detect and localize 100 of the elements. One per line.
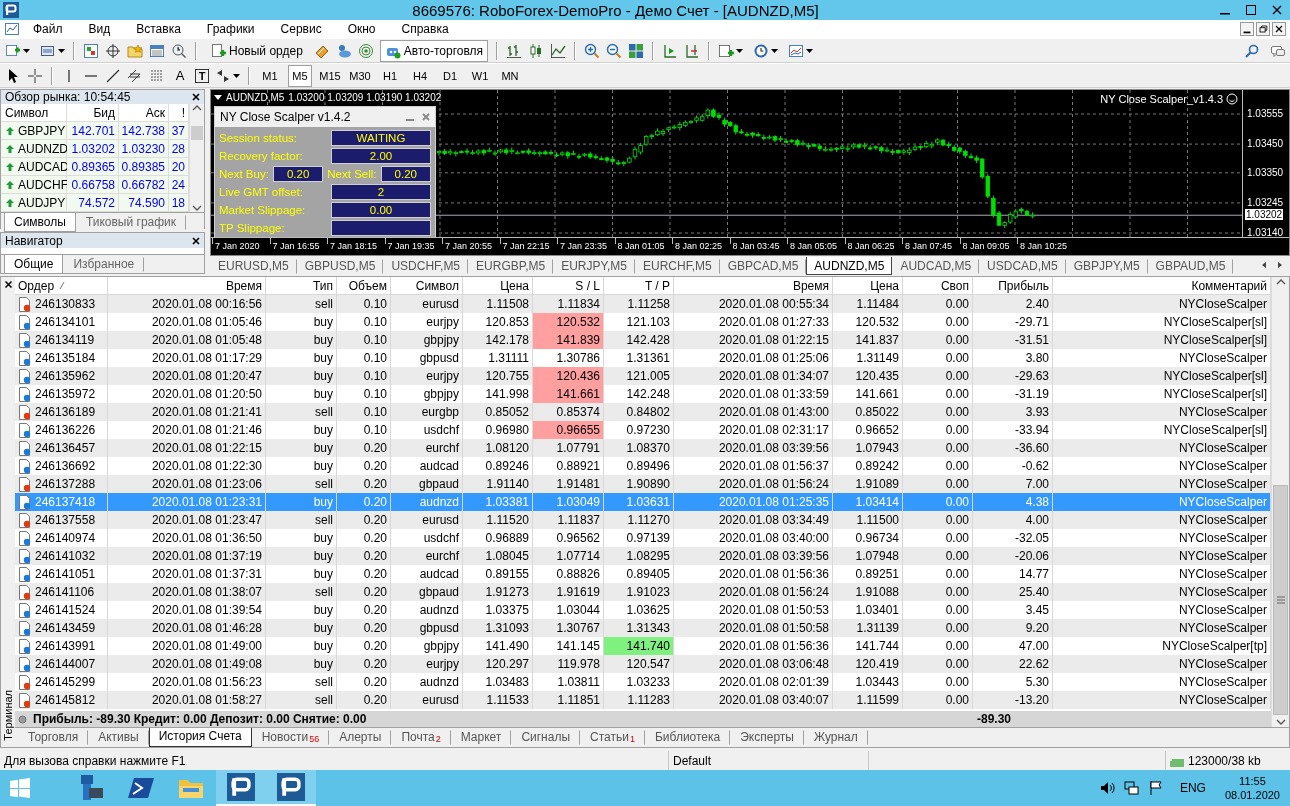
column-header[interactable]: Объем <box>337 277 391 296</box>
tab[interactable]: EURGBP,M5 <box>468 259 554 275</box>
text-tool-button[interactable]: A <box>171 65 189 86</box>
zoom-out-icon[interactable] <box>606 42 623 59</box>
trend-line-icon[interactable] <box>105 67 121 84</box>
table-row[interactable]: 246135962 2020.01.08 01:20:47 buy 0.10 eurjpy 120.755 120.436 121.005 2020.01.08 01:34:07 120.435 0.00 -29.63 NYCloseScalper[sl] <box>15 367 1271 386</box>
timeframe-button[interactable]: M5 <box>288 64 312 87</box>
indicator-icon[interactable] <box>718 42 735 59</box>
caret-icon[interactable] <box>23 48 30 53</box>
menu-item[interactable]: Справка <box>388 21 462 38</box>
table-row[interactable]: 246136189 2020.01.08 01:21:41 sell 0.10 eurgbp 0.85052 0.85374 0.84802 2020.01.08 01:43:00 0.85022 0.00 3.93 NYCloseScalper <box>15 403 1271 422</box>
column-header[interactable]: ! <box>169 104 189 123</box>
timeframe-button[interactable]: M30 <box>348 64 372 87</box>
app-logo-icon[interactable] <box>277 773 305 801</box>
restore-icon[interactable] <box>1256 22 1270 37</box>
magnifier-clock-icon[interactable] <box>171 42 187 59</box>
new-order-button[interactable]: Новый ордер <box>205 39 308 62</box>
column-header[interactable]: Символ <box>1 104 67 123</box>
column-header[interactable]: Тип <box>266 277 337 296</box>
tile-windows-icon[interactable] <box>628 42 645 59</box>
tab[interactable]: Тиковый график <box>75 215 187 231</box>
start-icon[interactable] <box>10 778 30 798</box>
autotrading-button[interactable]: Авто-торговля <box>379 39 489 62</box>
arrows-icon[interactable] <box>215 67 231 84</box>
close-icon[interactable] <box>3 280 13 290</box>
table-row[interactable]: 246141106 2020.01.08 01:38:07 sell 0.20 gbpaud 1.91273 1.91619 1.91023 2020.01.08 01:56:24 1.91088 0.00 25.40 NYCloseScalper <box>15 583 1271 602</box>
tab[interactable]: EURJPY,M5 <box>553 259 635 275</box>
language-indicator[interactable]: ENG <box>1179 781 1206 795</box>
tab[interactable]: Эксперты <box>730 730 804 746</box>
tab[interactable]: Сигналы <box>511 730 581 746</box>
caret-icon[interactable] <box>736 48 744 53</box>
tab[interactable]: Библиотека <box>644 730 731 746</box>
table-row[interactable]: 246144007 2020.01.08 01:49:08 buy 0.20 eurjpy 120.297 119.978 120.547 2020.01.08 03:06:48 120.419 0.00 22.62 NYCloseScalper <box>15 655 1271 674</box>
channel-icon[interactable] <box>127 67 143 84</box>
crosshair-icon[interactable] <box>27 67 43 84</box>
column-header[interactable]: Время <box>108 277 266 296</box>
timeframe-button[interactable]: D1 <box>438 64 462 87</box>
close-icon[interactable] <box>1272 22 1286 37</box>
column-header[interactable]: S / L <box>533 277 604 296</box>
tab[interactable]: AUDNZD,M5 <box>806 257 893 276</box>
scroll-down-icon[interactable] <box>192 204 202 213</box>
network-icon[interactable] <box>1123 780 1139 796</box>
text-label-tool-button[interactable]: T <box>195 68 209 83</box>
column-header[interactable]: Цена <box>463 277 533 296</box>
column-header[interactable]: Бид <box>67 104 119 123</box>
flag-icon[interactable] <box>1147 780 1163 796</box>
tab[interactable]: GBPAUD,M5 <box>1147 259 1234 275</box>
column-header[interactable]: Цена <box>833 277 903 296</box>
table-row[interactable]: 246137288 2020.01.08 01:23:06 sell 0.20 gbpaud 1.91140 1.91481 1.90890 2020.01.08 01:56:24 1.91089 0.00 7.00 NYCloseScalper <box>15 475 1271 494</box>
tab[interactable]: Активы <box>88 730 149 746</box>
tab[interactable]: Избранное <box>63 257 145 273</box>
timeframe-button[interactable]: M1 <box>258 64 282 87</box>
close-icon[interactable] <box>191 92 201 103</box>
column-header[interactable]: Ордер <box>18 278 55 293</box>
table-row[interactable]: 246141032 2020.01.08 01:37:19 buy 0.20 eurchf 1.08045 1.07714 1.08295 2020.01.08 03:39:56 1.07948 0.00 -20.06 NYCloseScalper <box>15 547 1271 566</box>
tab[interactable]: Статьи 1 <box>580 730 645 746</box>
scroll-up-icon[interactable] <box>192 104 202 113</box>
tab[interactable]: USDCAD,M5 <box>979 259 1066 275</box>
clock-icon[interactable] <box>753 42 770 59</box>
maximize-icon[interactable] <box>1243 2 1259 18</box>
menu-item[interactable]: Графики <box>193 21 268 38</box>
folder-star-icon[interactable] <box>127 42 143 59</box>
menu-item[interactable]: Файл <box>20 21 76 38</box>
column-header[interactable]: Символ <box>391 277 463 296</box>
table-row[interactable]: 246145812 2020.01.08 01:58:27 sell 0.20 eurusd 1.11533 1.11851 1.11283 2020.01.08 03:40:07 1.11599 0.00 -13.20 NYCloseScalper <box>15 691 1271 710</box>
table-row[interactable]: 246143459 2020.01.08 01:46:28 buy 0.20 gbpusd 1.31093 1.30767 1.31343 2020.01.08 01:50:58 1.31139 0.00 9.20 NYCloseScalper <box>15 619 1271 638</box>
tab[interactable]: USDCHF,M5 <box>383 259 469 275</box>
speaker-icon[interactable] <box>1099 780 1115 796</box>
caret-icon[interactable] <box>771 48 779 53</box>
tab[interactable]: GBPUSD,M5 <box>296 259 384 275</box>
table-row[interactable]: 246130833 2020.01.08 00:16:56 sell 0.10 eurusd 1.11508 1.11834 1.11258 2020.01.08 00:55:34 1.11484 0.00 2.40 NYCloseScalper <box>15 295 1271 314</box>
search-icon[interactable] <box>1244 42 1260 59</box>
caret-icon[interactable] <box>58 48 65 53</box>
close-icon[interactable] <box>191 235 201 246</box>
tab[interactable]: Символы <box>4 213 76 233</box>
tab[interactable]: AUDCAD,M5 <box>892 259 980 275</box>
timeframe-button[interactable]: H1 <box>378 64 402 87</box>
zoom-in-icon[interactable] <box>584 42 601 59</box>
menu-item[interactable]: Окно <box>334 21 389 38</box>
column-header[interactable]: Время <box>674 277 833 296</box>
terminal-icon[interactable] <box>149 42 165 59</box>
scroll-right-icon[interactable] <box>1276 261 1284 270</box>
template-icon[interactable] <box>788 42 805 59</box>
timeframe-button[interactable]: MN <box>498 64 522 87</box>
chart-window-icon[interactable] <box>4 21 20 38</box>
line-chart-icon[interactable] <box>550 42 567 59</box>
tab[interactable]: Торговля <box>18 730 89 746</box>
timeframe-button[interactable]: H4 <box>408 64 432 87</box>
tab[interactable]: Общие <box>4 255 64 275</box>
tab[interactable]: GBPJPY,M5 <box>1065 259 1148 275</box>
autoscroll-icon[interactable] <box>662 42 679 59</box>
market-watch-icon[interactable] <box>83 42 99 59</box>
table-row[interactable]: 246134119 2020.01.08 01:05:48 buy 0.10 gbpjpy 142.178 141.839 142.428 2020.01.08 01:22:15 141.837 0.00 -31.51 NYCloseScalper[sl] <box>15 331 1271 350</box>
table-row[interactable]: 246137558 2020.01.08 01:23:47 sell 0.20 eurusd 1.11520 1.11837 1.11270 2020.01.08 03:34:49 1.11500 0.00 4.00 NYCloseScalper <box>15 511 1271 530</box>
chart-shift-icon[interactable] <box>684 42 701 59</box>
caret-icon[interactable] <box>806 48 814 53</box>
caret-icon[interactable] <box>233 73 240 78</box>
menu-item[interactable]: Вставка <box>123 21 194 38</box>
column-header[interactable]: Комментарий <box>1053 277 1271 296</box>
signal-icon[interactable] <box>357 42 374 59</box>
